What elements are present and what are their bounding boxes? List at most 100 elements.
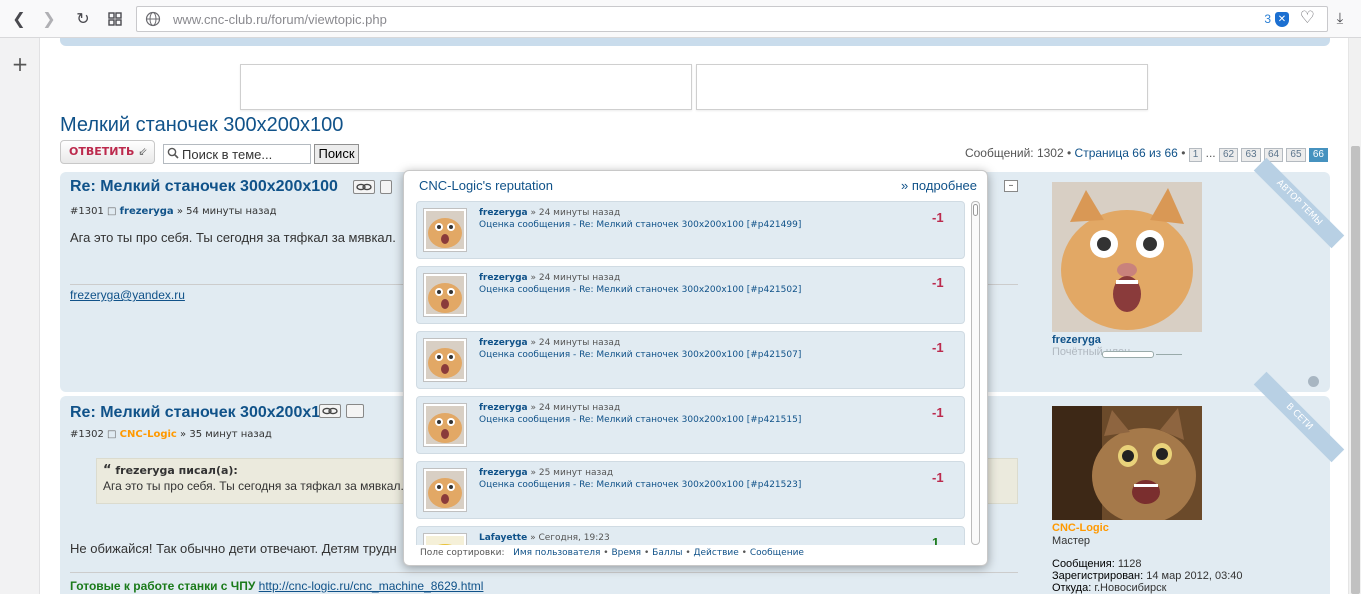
page-link[interactable]: 63 — [1241, 148, 1261, 162]
reputation-score: -1 — [932, 275, 944, 290]
reputation-avatar[interactable] — [423, 273, 467, 317]
signature-divider — [70, 572, 1018, 573]
post-author[interactable]: frezeryga — [120, 206, 174, 217]
reputation-scrollbar-thumb[interactable] — [973, 204, 978, 216]
reputation-scrollbar[interactable] — [971, 201, 980, 545]
forward-icon[interactable]: ❯ — [38, 9, 60, 29]
collapse-icon[interactable]: – — [1004, 180, 1018, 192]
url-text: www.cnc-club.ru/forum/viewtopic.php — [173, 12, 387, 27]
post-body: Не обижайся! Так обычно дети отвечают. Д… — [70, 541, 397, 556]
address-bar[interactable]: www.cnc-club.ru/forum/viewtopic.php 3 ✕ … — [136, 6, 1328, 32]
reputation-user: frezeryga » 24 минуты назад — [479, 403, 620, 413]
reload-icon[interactable]: ↻ — [72, 9, 94, 29]
profile-from-label: Откуда: — [1052, 582, 1092, 594]
reputation-username[interactable]: frezeryga — [479, 273, 528, 283]
signature-email[interactable]: frezeryga@yandex.ru — [70, 288, 185, 302]
avatar[interactable] — [1052, 182, 1202, 332]
page-scrollbar-thumb[interactable] — [1351, 146, 1360, 594]
user-icon[interactable] — [346, 404, 364, 418]
signature-text: Готовые к работе станки с ЧПУ — [70, 579, 256, 593]
link-icon[interactable] — [353, 180, 375, 194]
post-title[interactable]: Re: Мелкий станочек 300x200x100 — [70, 404, 338, 422]
quote-icon: “ — [103, 463, 112, 478]
reputation-sort: Поле сортировки: Имя пользователя • Врем… — [420, 548, 804, 558]
signature-link[interactable]: http://cnc-logic.ru/cnc_machine_8629.htm… — [259, 579, 484, 593]
reputation-avatar[interactable] — [423, 208, 467, 252]
sort-by-action[interactable]: Действие — [693, 548, 738, 558]
user-icon[interactable] — [380, 180, 392, 194]
bullet-sep: • — [1181, 146, 1186, 160]
reputation-desc[interactable]: Оценка сообщения - Re: Мелкий станочек 3… — [479, 350, 801, 360]
reputation-time: » 24 минуты назад — [530, 273, 621, 283]
sort-by-points[interactable]: Баллы — [652, 548, 682, 558]
back-icon[interactable]: ❮ — [8, 9, 30, 29]
reputation-score: 1 — [932, 535, 940, 545]
back-to-top-icon[interactable] — [1308, 376, 1319, 387]
search-icon — [167, 147, 179, 159]
profile-registered: Зарегистрирован: 14 мар 2012, 03:40 — [1052, 570, 1243, 582]
post-meta: #1301 □ frezeryga » 54 минуты назад — [70, 206, 277, 217]
reputation-username[interactable]: frezeryga — [479, 403, 528, 413]
reputation-score: -1 — [932, 470, 944, 485]
quote-author-text: frezeryga писал(а): — [115, 464, 238, 477]
shield-icon[interactable]: ✕ — [1275, 12, 1289, 27]
side-panel: + — [0, 38, 40, 594]
sort-by-time[interactable]: Время — [611, 548, 641, 558]
reputation-time: » 25 минут назад — [530, 468, 614, 478]
reputation-item: frezeryga » 25 минут назад Оценка сообще… — [416, 461, 965, 519]
post-number[interactable]: #1302 — [70, 429, 104, 440]
post-number[interactable]: #1301 — [70, 206, 104, 217]
add-panel-icon[interactable]: + — [10, 54, 30, 74]
reply-label: ОТВЕТИТЬ — [69, 145, 135, 158]
reply-button[interactable]: ОТВЕТИТЬ ⇙ — [60, 140, 155, 164]
quote-author: “ frezeryga писал(а): — [103, 463, 238, 478]
post-body: Ага это ты про себя. Ты сегодня за тяфка… — [70, 230, 396, 245]
rank-stars — [1102, 351, 1154, 358]
reputation-avatar[interactable] — [423, 468, 467, 512]
reputation-item: Lafayette » Сегодня, 19:23 1 — [416, 526, 965, 545]
download-icon[interactable]: ⤓ — [1330, 9, 1350, 29]
reputation-username[interactable]: frezeryga — [479, 208, 528, 218]
avatar[interactable] — [1052, 406, 1202, 520]
reputation-avatar[interactable] — [423, 403, 467, 447]
page-scrollbar[interactable] — [1348, 38, 1361, 594]
reputation-score: -1 — [932, 210, 944, 225]
reputation-title[interactable]: CNC-Logic's reputation — [419, 178, 553, 193]
search-button[interactable]: Поиск — [314, 144, 359, 164]
reputation-time: » 24 минуты назад — [530, 338, 621, 348]
reputation-desc[interactable]: Оценка сообщения - Re: Мелкий станочек 3… — [479, 220, 801, 230]
reputation-desc[interactable]: Оценка сообщения - Re: Мелкий станочек 3… — [479, 285, 801, 295]
topic-search-input[interactable]: Поиск в теме... — [163, 144, 311, 164]
page-current: 66 — [1308, 148, 1328, 162]
reputation-avatar[interactable] — [423, 533, 467, 545]
reputation-item: frezeryga » 24 минуты назад Оценка сообщ… — [416, 331, 965, 389]
reputation-score: -1 — [932, 405, 944, 420]
reputation-popup: CNC-Logic's reputation » подробнее freze… — [403, 170, 988, 566]
reputation-desc[interactable]: Оценка сообщения - Re: Мелкий станочек 3… — [479, 480, 801, 490]
signature: Готовые к работе станки с ЧПУ http://cnc… — [70, 579, 483, 593]
sort-by-username[interactable]: Имя пользователя — [513, 548, 600, 558]
topic-title[interactable]: Мелкий станочек 300x200x100 — [60, 114, 343, 137]
reputation-username[interactable]: Lafayette — [479, 533, 527, 543]
link-icon[interactable] — [319, 404, 341, 418]
post-title[interactable]: Re: Мелкий станочек 300x200x100 — [70, 178, 338, 196]
page-link[interactable]: 1 — [1188, 148, 1203, 162]
profile-name[interactable]: CNC-Logic — [1052, 522, 1109, 534]
post-author[interactable]: CNC-Logic — [120, 429, 177, 440]
profile-rank: Мастер — [1052, 535, 1091, 547]
heart-icon[interactable]: ♡ — [1300, 8, 1315, 28]
page-link[interactable]: 65 — [1286, 148, 1306, 162]
reputation-username[interactable]: frezeryga — [479, 338, 528, 348]
sort-by-message[interactable]: Сообщение — [750, 548, 804, 558]
reputation-list[interactable]: frezeryga » 24 минуты назад Оценка сообщ… — [416, 201, 966, 545]
reputation-username[interactable]: frezeryga — [479, 468, 528, 478]
page-indicator[interactable]: Страница 66 из 66 — [1075, 146, 1178, 160]
reputation-avatar[interactable] — [423, 338, 467, 382]
page-link[interactable]: 62 — [1219, 148, 1239, 162]
post-meta: #1302 □ CNC-Logic » 35 минут назад — [70, 429, 272, 440]
speed-dial-icon[interactable] — [104, 9, 126, 29]
reputation-more-link[interactable]: » подробнее — [901, 178, 977, 193]
reputation-desc[interactable]: Оценка сообщения - Re: Мелкий станочек 3… — [479, 415, 801, 425]
profile-name[interactable]: frezeryga — [1052, 334, 1101, 346]
profile-messages-value[interactable]: 1128 — [1118, 558, 1142, 570]
